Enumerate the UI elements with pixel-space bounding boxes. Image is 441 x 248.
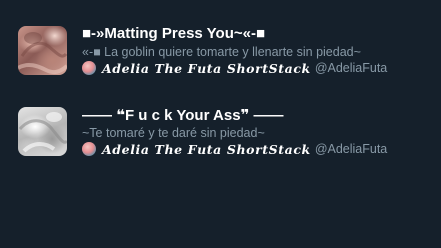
list-item[interactable]: ■-»Matting Press You~«-■ «-■ La goblin q… — [0, 16, 441, 86]
lists-container: ■-»Matting Press You~«-■ «-■ La goblin q… — [0, 0, 441, 248]
avatar — [82, 142, 96, 156]
author-handle: @AdeliaFuta — [314, 61, 388, 75]
author-handle: @AdeliaFuta — [314, 142, 388, 156]
list-author[interactable]: 𝑨𝒅𝒆𝒍𝒊𝒂 𝑻𝒉𝒆 𝑭𝒖𝒕𝒂 𝑺𝒉𝒐𝒓𝒕𝑺𝒕𝒂𝒄𝒌 @AdeliaFuta — [82, 141, 387, 157]
author-display-name: 𝑨𝒅𝒆𝒍𝒊𝒂 𝑻𝒉𝒆 𝑭𝒖𝒕𝒂 𝑺𝒉𝒐𝒓𝒕𝑺𝒕𝒂𝒄𝒌 — [102, 141, 311, 157]
list-title: ■-»Matting Press You~«-■ — [82, 25, 266, 42]
list-thumbnail — [18, 26, 67, 75]
list-thumbnail — [18, 107, 67, 156]
list-description: «-■ La goblin quiere tomarte y llenarte … — [82, 45, 361, 59]
avatar — [82, 61, 96, 75]
author-display-name: 𝑨𝒅𝒆𝒍𝒊𝒂 𝑻𝒉𝒆 𝑭𝒖𝒕𝒂 𝑺𝒉𝒐𝒓𝒕𝑺𝒕𝒂𝒄𝒌 — [102, 60, 311, 76]
list-description: ~Te tomaré y te daré sin piedad~ — [82, 126, 265, 140]
list-title: —— ❝F u c k Your Ass❞ —— — [82, 107, 284, 124]
list-item[interactable]: —— ❝F u c k Your Ass❞ —— ~Te tomaré y te… — [0, 97, 441, 167]
list-author[interactable]: 𝑨𝒅𝒆𝒍𝒊𝒂 𝑻𝒉𝒆 𝑭𝒖𝒕𝒂 𝑺𝒉𝒐𝒓𝒕𝑺𝒕𝒂𝒄𝒌 @AdeliaFuta — [82, 60, 387, 76]
